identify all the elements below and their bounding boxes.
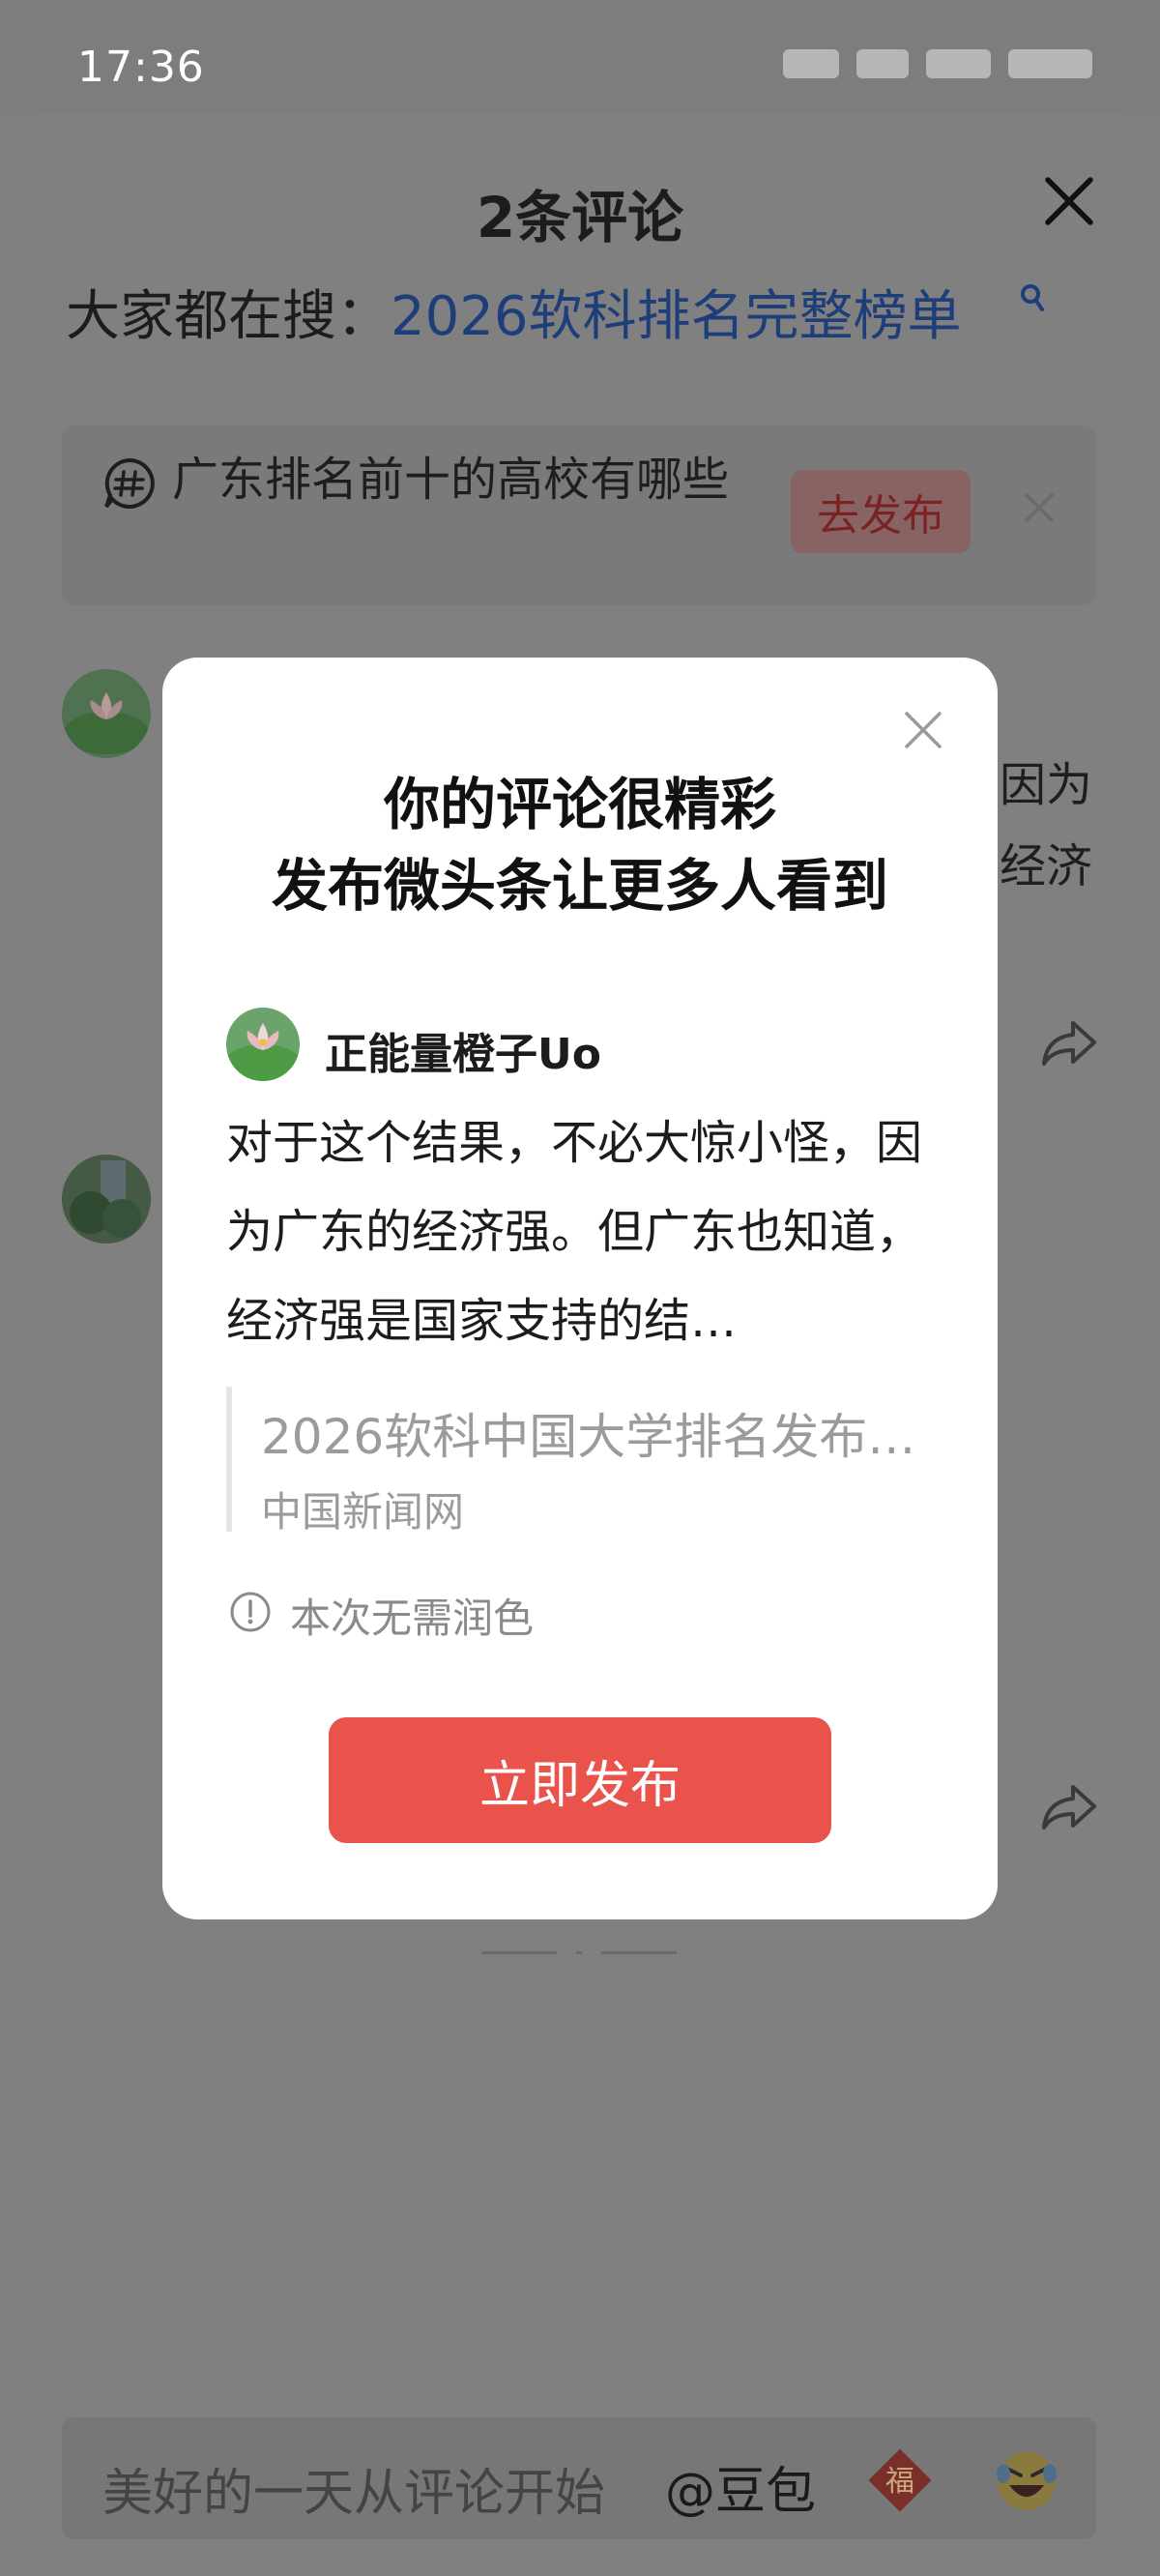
share-icon[interactable]: [1040, 1015, 1098, 1069]
wifi-icon: [856, 49, 909, 78]
close-icon[interactable]: [1023, 491, 1056, 524]
list-end-divider: [576, 1951, 582, 1954]
avatar: [226, 1008, 300, 1081]
close-icon[interactable]: [903, 710, 943, 750]
search-suggestion-prefix: 大家都在搜：: [66, 285, 391, 348]
comment-text-fragment: 经济: [1000, 839, 1093, 893]
search-icon: [1021, 284, 1044, 311]
dialog-title-line-2: 发布微头条让更多人看到: [271, 853, 888, 919]
topic-prompt-text: 广东排名前十的高校有哪些: [172, 453, 730, 507]
comment-sheet-title: 2条评论: [476, 185, 684, 250]
status-bar: 17:36: [0, 0, 1160, 114]
avatar[interactable]: [62, 669, 151, 758]
info-icon: [230, 1592, 271, 1632]
comment-text-fragment: 因为: [1000, 758, 1093, 812]
network-speed-icon: [925, 49, 992, 78]
at-doubao-button[interactable]: @豆包: [665, 2450, 816, 2523]
fu-icon[interactable]: 福: [866, 2446, 934, 2514]
publish-now-button[interactable]: 立即发布: [329, 1717, 831, 1843]
polish-note: 本次无需润色: [290, 1595, 535, 1642]
comment-preview-text: 对于这个结果，不必大惊小怪，因为广东的经济强。但广东也知道，经济强是国家支持的结…: [226, 1116, 923, 1348]
quoted-article-source: 中国新闻网: [261, 1488, 465, 1536]
dialog-title: 你的评论很精彩 发布微头条让更多人看到: [162, 764, 998, 926]
quoted-article-title: 2026软科中国大学排名发布…: [261, 1409, 916, 1465]
status-time: 17:36: [77, 43, 205, 92]
list-end-divider: [601, 1951, 677, 1954]
fu-icon-char: 福: [885, 2465, 914, 2499]
search-suggestion-keyword[interactable]: 2026软科排名完整榜单: [391, 285, 962, 348]
close-icon[interactable]: [1042, 174, 1096, 228]
share-icon[interactable]: [1040, 1779, 1098, 1833]
list-end-divider: [481, 1951, 557, 1954]
username: 正能量橙子Uo: [325, 1030, 601, 1079]
search-suggestion[interactable]: 大家都在搜：2026软科排名完整榜单: [66, 273, 962, 351]
dialog-title-line-1: 你的评论很精彩: [383, 772, 776, 837]
signal-icon: [783, 49, 839, 78]
comment-input-placeholder[interactable]: 美好的一天从评论开始: [102, 2452, 605, 2525]
quote-bar: [226, 1387, 232, 1532]
laughing-emoji-icon[interactable]: [992, 2444, 1061, 2514]
status-icons: [783, 44, 1092, 83]
battery-icon: [1008, 49, 1092, 78]
topic-publish-button[interactable]: 去发布: [791, 470, 971, 553]
avatar[interactable]: [62, 1155, 151, 1244]
